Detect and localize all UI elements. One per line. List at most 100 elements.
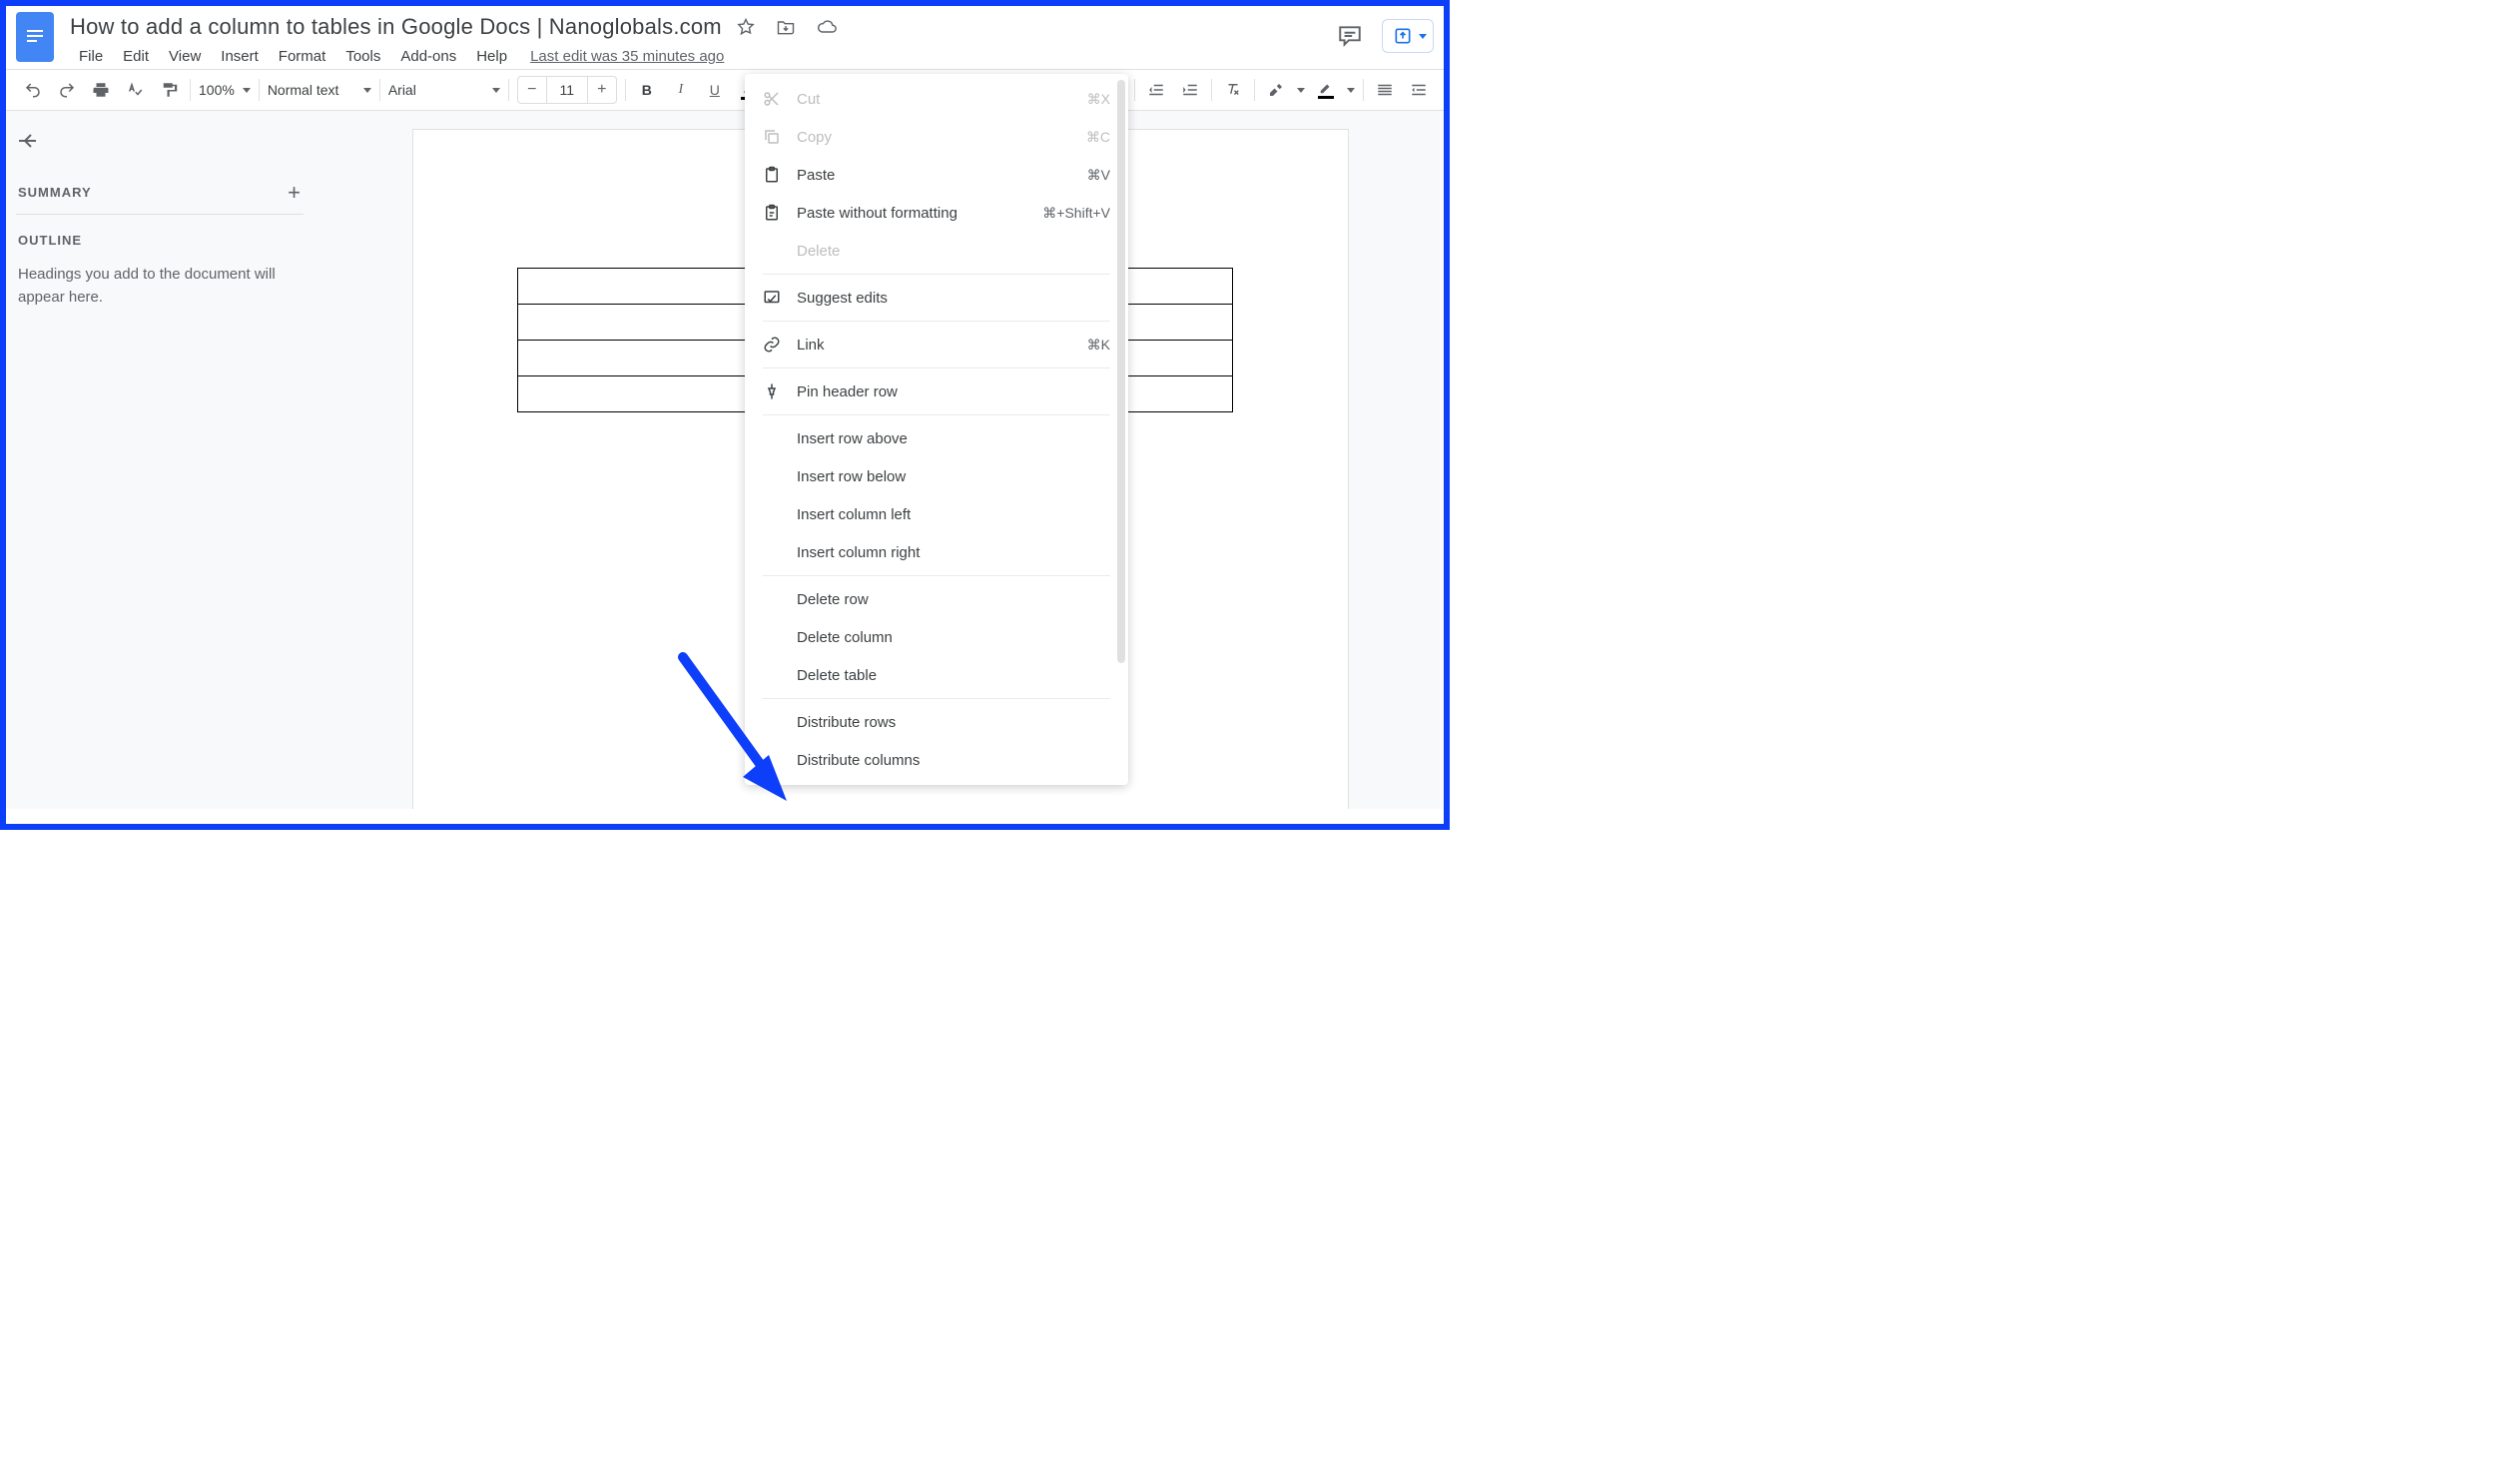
table-cell[interactable] — [518, 341, 756, 376]
app-root: How to add a column to tables in Google … — [0, 0, 1450, 830]
font-size-decrease[interactable]: − — [517, 76, 547, 104]
outdent-button[interactable] — [1143, 77, 1169, 103]
move-icon[interactable] — [776, 17, 796, 37]
ctx-label: Insert row below — [797, 468, 1110, 485]
share-button[interactable] — [1382, 19, 1434, 53]
menu-format[interactable]: Format — [270, 44, 335, 69]
docs-logo[interactable] — [16, 12, 54, 62]
paragraph-style-select[interactable]: Normal text — [260, 70, 379, 110]
zoom-select[interactable]: 100% — [191, 70, 259, 110]
cloud-icon[interactable] — [816, 17, 838, 37]
ctx-shortcut: ⌘C — [1086, 129, 1110, 146]
star-icon[interactable] — [736, 17, 756, 37]
menu-bar: File Edit View Insert Format Tools Add-o… — [70, 44, 1332, 69]
menu-file[interactable]: File — [70, 44, 112, 69]
redo-button[interactable] — [54, 77, 80, 103]
menu-separator — [763, 698, 1110, 699]
menu-separator — [763, 321, 1110, 322]
undo-button[interactable] — [20, 77, 46, 103]
menu-edit[interactable]: Edit — [114, 44, 158, 69]
ctx-del-col[interactable]: Delete column — [745, 618, 1128, 656]
ctx-del-table[interactable]: Delete table — [745, 656, 1128, 694]
ctx-label: Insert column left — [797, 506, 1110, 523]
ctx-dist-cols[interactable]: Distribute columns — [745, 741, 1128, 779]
paint-format-button[interactable] — [156, 77, 182, 103]
paste-icon — [763, 166, 781, 184]
chevron-down-icon — [363, 88, 371, 93]
ctx-col-right[interactable]: Insert column right — [745, 533, 1128, 571]
suggest-icon — [763, 289, 781, 307]
pen-color-button[interactable] — [1313, 77, 1339, 103]
ctx-row-below[interactable]: Insert row below — [745, 457, 1128, 495]
ctx-label: Delete table — [797, 667, 1110, 684]
collapse-outline-button[interactable] — [16, 129, 44, 157]
ctx-row-above[interactable]: Insert row above — [745, 419, 1128, 457]
bold-button[interactable]: B — [634, 77, 660, 103]
menu-insert[interactable]: Insert — [212, 44, 268, 69]
ctx-label: Insert row above — [797, 430, 1110, 447]
font-size-value[interactable]: 11 — [547, 76, 587, 104]
editing-mode-button[interactable] — [1406, 77, 1432, 103]
ctx-paste-nofmt[interactable]: Paste without formatting ⌘+Shift+V — [745, 194, 1128, 232]
ctx-label: Paste without formatting — [797, 205, 1026, 222]
ctx-pin-header[interactable]: Pin header row — [745, 372, 1128, 410]
copy-icon — [763, 128, 781, 146]
table-cell[interactable] — [518, 269, 756, 305]
outline-label: OUTLINE — [18, 233, 302, 248]
ctx-label: Delete row — [797, 591, 1110, 608]
chevron-down-icon — [492, 88, 500, 93]
ctx-col-left[interactable]: Insert column left — [745, 495, 1128, 533]
link-icon — [763, 336, 781, 354]
last-edit[interactable]: Last edit was 35 minutes ago — [530, 48, 724, 65]
spellcheck-button[interactable] — [122, 77, 148, 103]
toolbar: 100% Normal text Arial − 11 + B I U A — [6, 69, 1444, 111]
ctx-label: Link — [797, 337, 1071, 354]
ctx-link[interactable]: Link ⌘K — [745, 326, 1128, 364]
table-cell[interactable] — [518, 305, 756, 341]
highlight-button[interactable] — [1263, 77, 1289, 103]
show-comments-button[interactable] — [1332, 18, 1368, 54]
ctx-del-row[interactable]: Delete row — [745, 580, 1128, 618]
font-size-increase[interactable]: + — [587, 76, 617, 104]
summary-label: SUMMARY — [18, 185, 92, 200]
ctx-cut: Cut⌘X — [745, 80, 1128, 118]
context-menu-scrollbar[interactable] — [1117, 80, 1125, 663]
font-select[interactable]: Arial — [380, 70, 508, 110]
print-button[interactable] — [88, 77, 114, 103]
clear-formatting-button[interactable] — [1220, 77, 1246, 103]
context-menu: Cut⌘X Copy ⌘C Paste ⌘V Paste without formatti… — [745, 74, 1128, 785]
ctx-dist-rows[interactable]: Distribute rows — [745, 703, 1128, 741]
menu-view[interactable]: View — [160, 44, 210, 69]
underline-button[interactable]: U — [702, 77, 728, 103]
menu-help[interactable]: Help — [467, 44, 516, 69]
ctx-delete: Delete — [745, 232, 1128, 270]
menu-separator — [763, 367, 1110, 368]
paste-nofmt-icon — [763, 204, 781, 222]
font-value: Arial — [388, 82, 416, 98]
ctx-label: Paste — [797, 167, 1071, 184]
ctx-label: Delete column — [797, 629, 1110, 646]
ctx-label: Insert column right — [797, 544, 1110, 561]
title-area: How to add a column to tables in Google … — [70, 12, 1332, 69]
doc-title[interactable]: How to add a column to tables in Google … — [70, 14, 722, 40]
menu-addons[interactable]: Add-ons — [391, 44, 465, 69]
zoom-value: 100% — [199, 82, 235, 98]
header: How to add a column to tables in Google … — [6, 6, 1444, 69]
indent-button[interactable] — [1177, 77, 1203, 103]
style-value: Normal text — [268, 82, 339, 98]
ctx-paste[interactable]: Paste ⌘V — [745, 156, 1128, 194]
menu-tools[interactable]: Tools — [336, 44, 389, 69]
table-cell[interactable] — [518, 376, 756, 412]
outline-sidebar: SUMMARY + OUTLINE Headings you add to th… — [6, 111, 317, 809]
cut-icon — [763, 90, 781, 108]
chevron-down-icon — [1347, 88, 1355, 93]
ctx-shortcut: ⌘K — [1087, 337, 1110, 354]
ctx-shortcut: ⌘V — [1087, 167, 1110, 184]
chevron-down-icon — [1419, 34, 1427, 39]
ctx-suggest[interactable]: Suggest edits — [745, 279, 1128, 317]
ctx-label: Delete — [797, 243, 1110, 260]
compact-button[interactable] — [1372, 77, 1398, 103]
ctx-label: Copy — [797, 129, 1070, 146]
ctx-shortcut: ⌘+Shift+V — [1042, 205, 1110, 222]
italic-button[interactable]: I — [668, 77, 694, 103]
